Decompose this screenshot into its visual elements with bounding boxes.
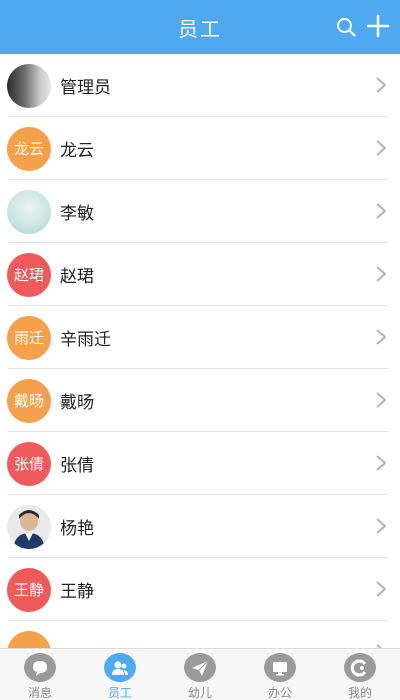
staff-list: 管理员 龙云 龙云 李敏 赵珺 赵珺 雨迁 辛雨迁 戴旸 戴旸 张倩 张倩 杨艳… xyxy=(0,54,400,648)
chevron-right-icon xyxy=(376,140,386,156)
staff-name: 王静 xyxy=(60,582,94,602)
monitor-icon xyxy=(264,653,296,682)
avatar: 戴旸 xyxy=(7,378,51,423)
tab-office[interactable]: 办公 xyxy=(240,649,320,700)
staff-row-4[interactable]: 雨迁 辛雨迁 xyxy=(0,306,400,369)
tab-me[interactable]: 我的 xyxy=(320,649,400,700)
staff-row-6[interactable]: 张倩 张倩 xyxy=(0,432,400,495)
avatar: 张倩 xyxy=(7,441,51,486)
add-icon[interactable] xyxy=(366,14,390,38)
staff-name: 管理员 xyxy=(60,78,111,98)
staff-name: 杨艳 xyxy=(60,519,94,539)
avatar: 雨迁 xyxy=(7,315,51,360)
chevron-right-icon xyxy=(376,581,386,597)
staff-name: 戴旸 xyxy=(60,393,94,413)
staff-row-0[interactable]: 管理员 xyxy=(0,54,400,117)
avatar: 赵珺 xyxy=(7,252,51,297)
tab-messages[interactable]: 消息 xyxy=(0,649,80,700)
tab-label: 幼儿 xyxy=(187,686,212,700)
person-photo-icon xyxy=(7,504,51,549)
staff-name: 李敏 xyxy=(60,204,94,224)
paper-plane-icon xyxy=(184,653,216,682)
chevron-right-icon xyxy=(376,518,386,534)
chat-bubble-icon xyxy=(24,653,56,682)
profile-icon xyxy=(344,653,376,682)
chevron-right-icon xyxy=(376,266,386,282)
tab-label: 我的 xyxy=(347,686,372,700)
tab-staff[interactable]: 员工 xyxy=(80,649,160,700)
staff-name: 龙云 xyxy=(60,141,94,161)
staff-name: 张倩 xyxy=(60,456,94,476)
chevron-right-icon xyxy=(376,392,386,408)
staff-row-1[interactable]: 龙云 龙云 xyxy=(0,117,400,180)
page-title: 员工 xyxy=(178,16,222,41)
avatar xyxy=(7,189,51,234)
search-icon[interactable] xyxy=(336,17,356,37)
staff-row-5[interactable]: 戴旸 戴旸 xyxy=(0,369,400,432)
people-icon xyxy=(104,653,136,682)
tab-label: 消息 xyxy=(27,686,52,700)
chevron-right-icon xyxy=(376,455,386,471)
tab-children[interactable]: 幼儿 xyxy=(160,649,240,700)
staff-name: 赵珺 xyxy=(60,267,94,287)
chevron-right-icon xyxy=(376,77,386,93)
top-bar: 员工 xyxy=(0,0,400,54)
staff-name: 辛雨迁 xyxy=(60,330,111,350)
staff-row-2[interactable]: 李敏 xyxy=(0,180,400,243)
avatar xyxy=(7,504,51,549)
staff-row-partial[interactable] xyxy=(0,621,400,648)
chevron-right-icon xyxy=(376,203,386,219)
avatar xyxy=(7,630,51,648)
staff-row-7[interactable]: 杨艳 xyxy=(0,495,400,558)
avatar xyxy=(7,63,51,108)
chevron-right-icon xyxy=(376,329,386,345)
tab-label: 员工 xyxy=(107,686,132,700)
staff-row-3[interactable]: 赵珺 赵珺 xyxy=(0,243,400,306)
bottom-tab-bar: 消息 员工 幼儿 办公 我的 xyxy=(0,648,400,700)
avatar: 龙云 xyxy=(7,126,51,171)
avatar: 王静 xyxy=(7,567,51,612)
tab-label: 办公 xyxy=(267,686,292,700)
staff-row-8[interactable]: 王静 王静 xyxy=(0,558,400,621)
